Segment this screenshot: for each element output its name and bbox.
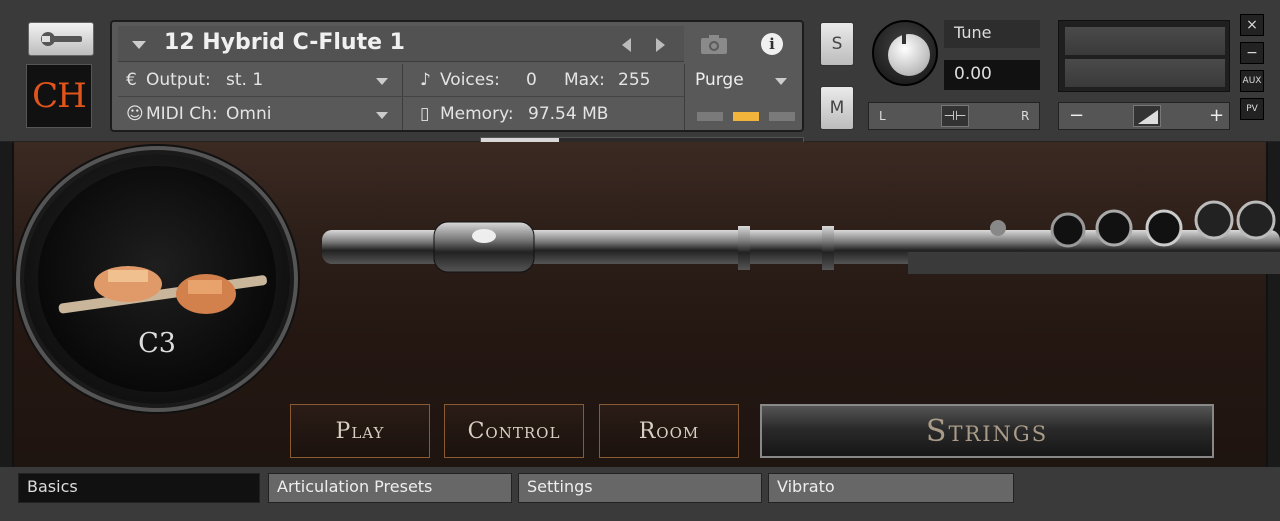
tab-vibrato[interactable]: Vibrato [768,473,1014,503]
meter-left [1065,27,1225,55]
logo-text: CH [32,76,87,116]
voices-value: 0 [526,70,537,90]
articulation-disc[interactable]: C3 [24,154,290,404]
tab-settings[interactable]: Settings [518,473,762,503]
memory-value: 97.54 MB [528,104,609,124]
camera-icon [701,35,727,54]
memory-label: Memory: [440,104,514,124]
info-button[interactable]: i [746,26,798,62]
flute-hands-icon [58,266,267,314]
ch-logo: CH [26,64,92,128]
tab-articulation-presets[interactable]: Articulation Presets [268,473,512,503]
volume-handle[interactable] [1133,105,1161,127]
pv-button[interactable]: PV [1240,98,1264,120]
midi-icon: ☺ [126,104,144,124]
max-voices-value[interactable]: 255 [618,70,650,90]
purge-dropdown-icon[interactable] [775,78,787,85]
root-note-label: C3 [138,328,176,359]
minimize-button[interactable]: − [1240,42,1264,64]
aux-button[interactable]: AUX [1240,70,1264,92]
pan-handle-icon[interactable]: ⊣⊢ [941,105,969,127]
wrench-icon[interactable] [28,22,94,56]
prev-instrument-icon[interactable] [622,38,631,52]
output-icon: € [126,70,137,90]
flute-image [322,200,1280,274]
meter-right [1065,59,1225,87]
tune-knob-marker [902,28,906,44]
tune-knob[interactable] [868,18,940,94]
midi-dropdown-icon[interactable] [376,112,388,119]
tune-value[interactable]: 0.00 [944,60,1040,90]
output-value[interactable]: st. 1 [226,70,263,90]
pan-right-label: R [1021,109,1030,123]
instrument-menu-arrow-icon[interactable] [132,41,146,49]
snapshot-button[interactable] [684,26,744,62]
room-button[interactable]: Room [599,404,739,458]
info-icon: i [761,33,783,55]
output-dropdown-icon[interactable] [376,78,388,85]
play-button[interactable]: Play [290,404,430,458]
solo-button[interactable]: S [820,22,854,66]
volume-slider[interactable]: − + [1058,102,1230,130]
midi-label: MIDI Ch: [146,104,218,124]
volume-minus-label: − [1069,105,1085,126]
strings-button[interactable]: Strings [760,404,1214,458]
mute-button[interactable]: M [820,86,854,130]
voices-icon: ♪ [420,70,431,90]
voices-label: Voices: [440,70,500,90]
control-button[interactable]: Control [444,404,584,458]
pan-left-label: L [879,109,886,123]
max-label: Max: [564,70,605,90]
memory-icon: ▯ [420,104,430,124]
bottom-tab-bar: Basics Articulation Presets Settings Vib… [0,467,1280,521]
tune-label: Tune [944,20,1040,48]
instrument-header: CH 12 Hybrid C-Flute 1 i € Output: st. 1 [0,0,1280,143]
purge-indicator-right [769,112,795,121]
pan-slider[interactable]: L ⊣⊢ R [868,102,1040,130]
volume-ramp-icon [1138,110,1158,124]
instrument-name-row: 12 Hybrid C-Flute 1 [118,26,684,62]
level-meter [1058,20,1230,92]
midi-memory-row: ☺ MIDI Ch: Omni ▯ Memory: 97.54 MB [118,98,684,131]
close-button[interactable]: × [1240,14,1264,36]
next-instrument-icon[interactable] [656,38,665,52]
purge-area: Purge [684,64,802,130]
output-label: Output: [146,70,211,90]
purge-indicator-left [697,112,723,121]
purge-label[interactable]: Purge [695,70,744,90]
instrument-info-panel: 12 Hybrid C-Flute 1 i € Output: st. 1 ♪ … [110,20,804,132]
midi-value[interactable]: Omni [226,104,271,124]
tab-basics[interactable]: Basics [18,473,260,503]
purge-indicator-active [733,112,759,121]
output-voices-row: € Output: st. 1 ♪ Voices: 0 Max: 255 [118,64,684,97]
volume-plus-label: + [1209,105,1225,126]
instrument-name[interactable]: 12 Hybrid C-Flute 1 [164,30,405,55]
tune-knob-cap [888,34,930,76]
